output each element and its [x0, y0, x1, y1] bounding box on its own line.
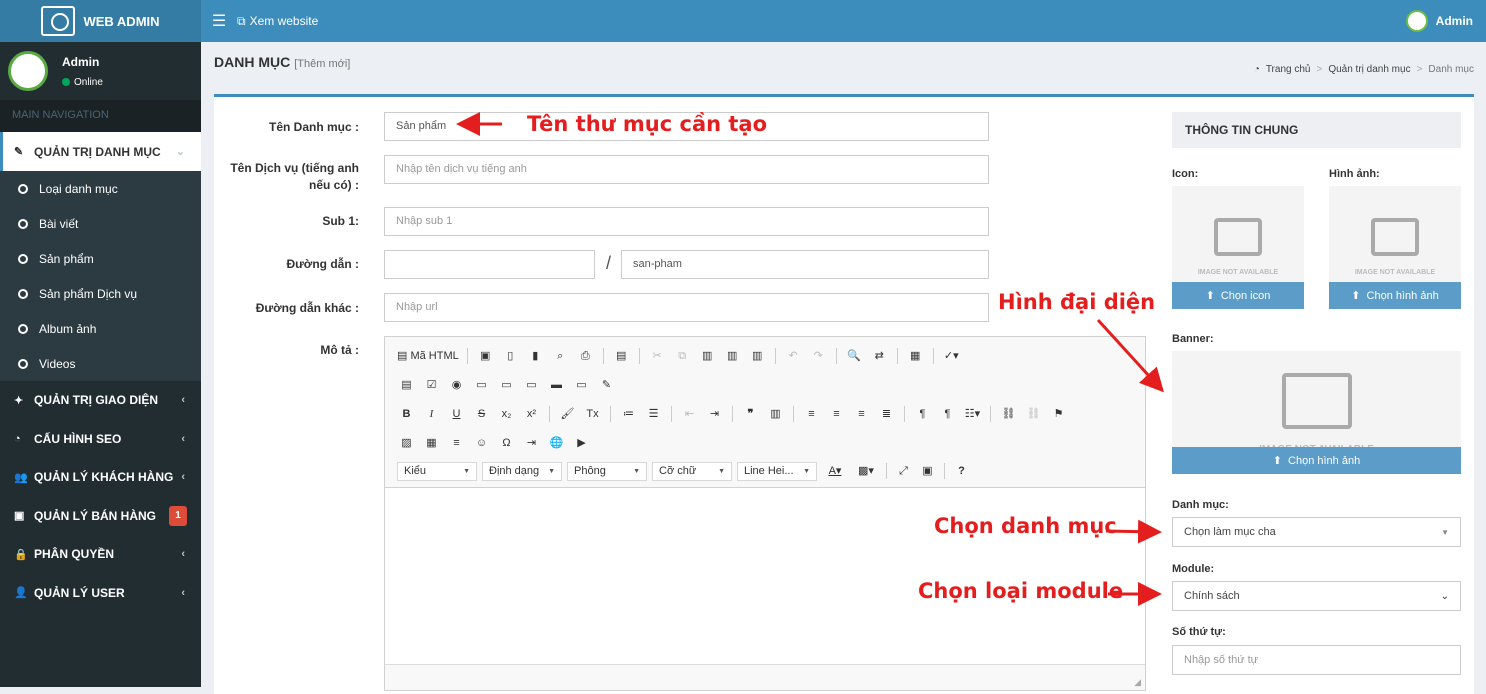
arrow-to-category	[1105, 519, 1162, 544]
annotation-arrows	[456, 112, 1165, 606]
arrow-to-banner	[1096, 318, 1165, 393]
